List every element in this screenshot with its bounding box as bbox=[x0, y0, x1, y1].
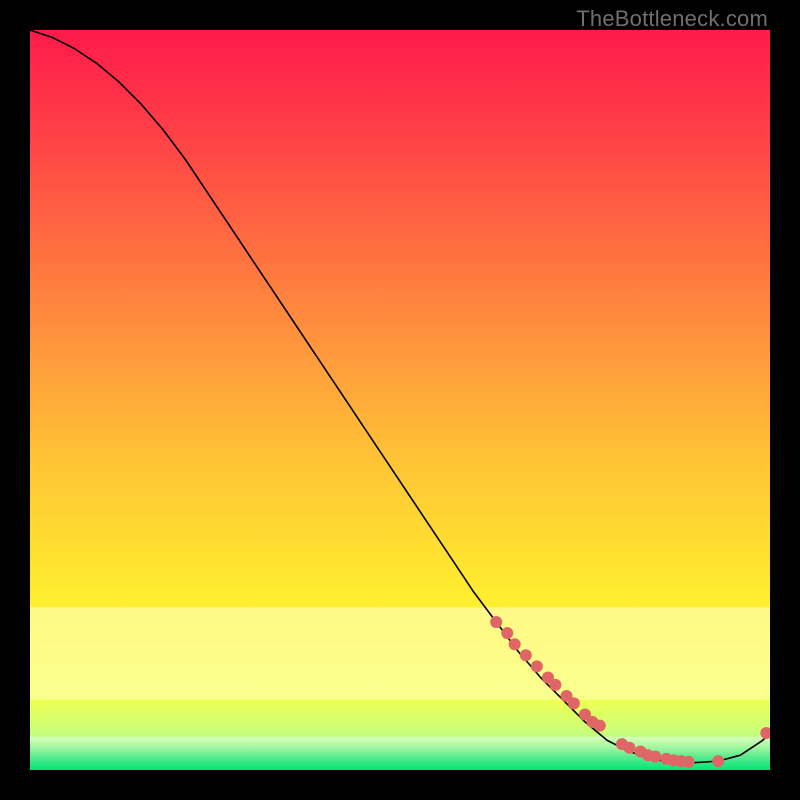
data-point bbox=[501, 627, 513, 639]
pale-yellow-band bbox=[30, 607, 770, 700]
data-point bbox=[712, 755, 724, 767]
highlight-bands bbox=[30, 607, 770, 770]
data-point bbox=[623, 742, 635, 754]
data-point bbox=[568, 697, 580, 709]
data-point bbox=[531, 660, 543, 672]
watermark-text: TheBottleneck.com bbox=[576, 6, 768, 32]
data-point bbox=[594, 720, 606, 732]
data-point bbox=[683, 756, 695, 768]
plot-area bbox=[30, 30, 770, 770]
data-point bbox=[509, 638, 521, 650]
chart-stage: TheBottleneck.com bbox=[0, 0, 800, 800]
data-point bbox=[490, 616, 502, 628]
chart-svg bbox=[30, 30, 770, 770]
data-point bbox=[520, 649, 532, 661]
data-point bbox=[549, 679, 561, 691]
data-point bbox=[649, 751, 661, 763]
